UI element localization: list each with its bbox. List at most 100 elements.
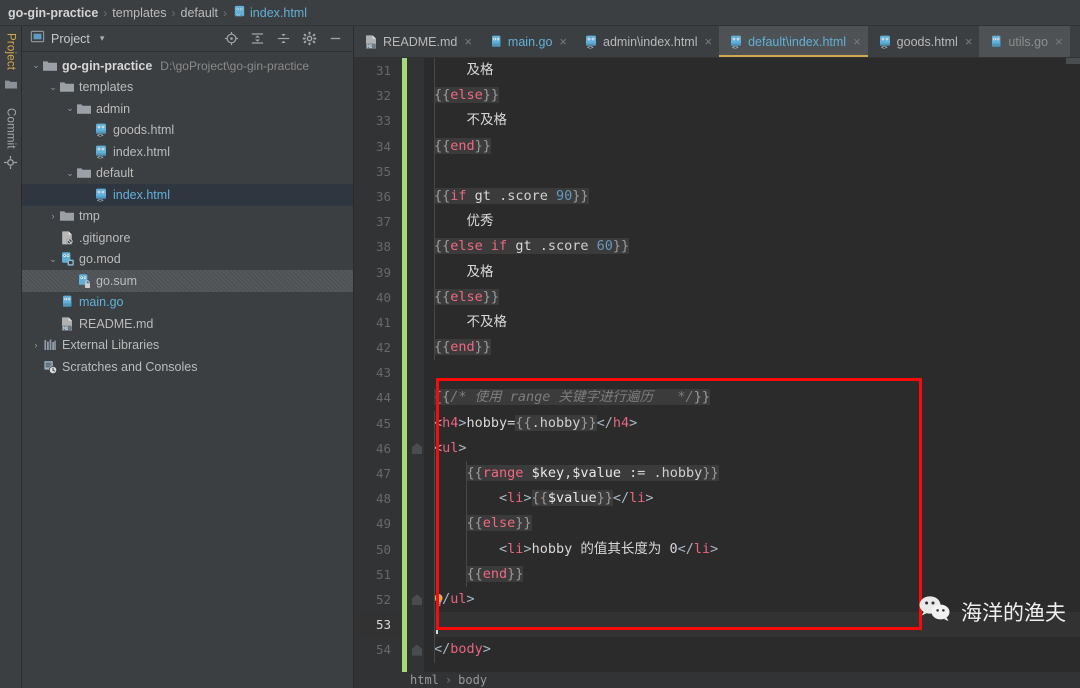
code-line[interactable]: {{else}} <box>434 285 1080 310</box>
editor-tab-label: default\index.html <box>748 34 847 49</box>
line-number: 41 <box>375 314 391 330</box>
tree-row[interactable]: › External Libraries <box>22 335 353 357</box>
editor-tab[interactable]: utils.go × <box>979 26 1070 57</box>
tree-row[interactable]: ›go.sum <box>22 270 353 292</box>
editor-tab[interactable]: main.go × <box>479 26 574 57</box>
editor-tab[interactable]: <> default\index.html × <box>719 26 868 57</box>
code-line[interactable]: {{if gt .score 90}} <box>434 184 1080 209</box>
editor-tab-label: utils.go <box>1008 34 1049 49</box>
tool-tab-project[interactable]: Project <box>5 30 17 73</box>
tree-row[interactable]: ⌄ admin <box>22 98 353 120</box>
close-icon[interactable]: × <box>1055 34 1063 49</box>
code-line[interactable]: 及格 <box>434 58 1080 83</box>
chevron-down-icon[interactable]: ⌄ <box>64 103 76 114</box>
tree-row[interactable]: ›Scratches and Consoles <box>22 356 353 378</box>
project-tree[interactable]: ⌄ go-gin-practice D:\goProject\go-gin-prac… <box>22 52 353 688</box>
editor-tab-bar[interactable]: MD README.md × main.go × <> admin\index.html × <… <box>354 26 1080 58</box>
chevron-down-icon[interactable]: ⌄ <box>64 168 76 179</box>
close-icon[interactable]: × <box>853 34 861 49</box>
fold-marker-icon[interactable] <box>412 594 422 606</box>
gosum-icon <box>76 273 92 289</box>
code-line[interactable]: 优秀 <box>434 209 1080 234</box>
tree-row-label: Scratches and Consoles <box>62 359 198 374</box>
tree-row-label: External Libraries <box>62 338 160 353</box>
tool-tab-commit[interactable]: Commit <box>5 105 17 152</box>
chevron-down-icon[interactable]: ⌄ <box>47 254 59 265</box>
tree-row[interactable]: ⌄ go.mod <box>22 249 353 271</box>
editor-tab[interactable]: MD README.md × <box>354 26 479 57</box>
code-line[interactable]: {{end}} <box>434 335 1080 360</box>
code-line[interactable]: {{end}} <box>434 562 1080 587</box>
bottom-breadcrumb-item-body[interactable]: body <box>458 673 487 687</box>
locate-icon[interactable] <box>224 31 239 46</box>
code-line[interactable]: {{end}} <box>434 134 1080 159</box>
code-line[interactable]: {{else}} <box>434 511 1080 536</box>
collapse-all-icon[interactable] <box>276 31 291 46</box>
fold-marker-icon[interactable] <box>412 443 422 454</box>
code-folding-column[interactable] <box>410 58 443 672</box>
tree-row[interactable]: ›<>goods.html <box>22 120 353 142</box>
code-line[interactable]: {{/* 使用 range 关键字进行遍历 */}} <box>434 385 1080 410</box>
vcs-change-marker-column[interactable] <box>400 58 410 672</box>
tree-row-label: go.sum <box>96 273 137 288</box>
code-line[interactable]: 不及格 <box>434 310 1080 335</box>
html-file-icon: <> <box>93 187 109 204</box>
editor-tab[interactable]: <> goods.html × <box>868 26 980 57</box>
bottom-breadcrumb-item-html[interactable]: html <box>410 673 439 687</box>
line-number: 40 <box>375 289 391 305</box>
tree-row[interactable]: ›MDREADME.md <box>22 313 353 335</box>
code-line[interactable]: {{range $key,$value := .hobby}} <box>434 461 1080 486</box>
code-line[interactable]: 及格 <box>434 260 1080 285</box>
code-line[interactable]: <li>hobby 的值其长度为 0</li> <box>434 537 1080 562</box>
chevron-down-icon[interactable]: ⌄ <box>30 60 42 71</box>
html-file-icon: <> <box>583 34 598 51</box>
go-file-icon <box>488 34 503 49</box>
code-line[interactable] <box>434 159 1080 184</box>
code-line[interactable] <box>434 360 1080 385</box>
close-icon[interactable]: × <box>965 34 973 49</box>
close-icon[interactable]: × <box>464 34 472 49</box>
code-editor[interactable]: 31 32 33 34 35 36 37 38 39 40 41 42 43 44 45 46 47 48 49 50… <box>354 58 1080 672</box>
fold-marker-icon[interactable] <box>412 644 422 656</box>
chevron-down-icon[interactable]: ⌄ <box>47 82 59 93</box>
minimize-icon[interactable] <box>328 31 343 46</box>
html-file-icon: <> <box>93 144 109 161</box>
line-number: 45 <box>375 415 391 431</box>
svg-text:<>: <> <box>881 45 888 50</box>
tree-row[interactable]: ⌄ default <box>22 163 353 185</box>
close-icon[interactable]: × <box>705 34 713 49</box>
code-line[interactable]: </body> <box>434 637 1080 662</box>
code-line[interactable]: </ul> <box>434 587 1080 612</box>
code-line[interactable]: {{else}} <box>434 83 1080 108</box>
code-line[interactable]: 不及格 <box>434 108 1080 133</box>
chevron-right-icon[interactable]: › <box>30 340 42 350</box>
breadcrumb-item-default[interactable]: default <box>181 6 219 20</box>
chevron-right-icon[interactable]: › <box>47 211 59 221</box>
tree-row[interactable]: ›<>index.html <box>22 141 353 163</box>
go-file-icon <box>988 34 1003 49</box>
tree-row[interactable]: ⌄ templates <box>22 77 353 99</box>
vertical-scrollbar[interactable] <box>1066 58 1080 64</box>
expand-all-icon[interactable] <box>250 31 265 46</box>
chevron-down-icon[interactable]: ▾ <box>100 33 105 44</box>
code-line[interactable]: <h4>hobby={{.hobby}}</h4> <box>434 411 1080 436</box>
tree-row[interactable]: ›<>index.html <box>22 184 353 206</box>
code-line[interactable]: {{else if gt .score 60}} <box>434 234 1080 259</box>
code-line[interactable]: <li>{{$value}}</li> <box>434 486 1080 511</box>
breadcrumb-item-templates[interactable]: templates <box>112 6 166 20</box>
tree-row-label: index.html <box>113 187 170 202</box>
line-number: 31 <box>375 63 391 78</box>
editor-tab[interactable]: <> admin\index.html × <box>574 26 719 57</box>
code-line[interactable]: <ul> <box>434 436 1080 461</box>
tree-row[interactable]: ›main.go <box>22 292 353 314</box>
bottom-breadcrumb-separator: › <box>444 673 453 687</box>
code-line[interactable] <box>434 612 1080 638</box>
close-icon[interactable]: × <box>559 34 567 49</box>
code-content[interactable]: 及格 {{else}} 不及格 {{end}} {{if gt .score 90}… <box>424 58 1080 672</box>
breadcrumb-item-file[interactable]: index.html <box>250 6 307 20</box>
tree-row[interactable]: ›.gitignore <box>22 227 353 249</box>
tree-row[interactable]: ⌄ go-gin-practice D:\goProject\go-gin-prac… <box>22 55 353 77</box>
tree-row[interactable]: › tmp <box>22 206 353 228</box>
breadcrumb-item-project[interactable]: go-gin-practice <box>8 6 98 20</box>
gear-icon[interactable] <box>302 31 317 46</box>
